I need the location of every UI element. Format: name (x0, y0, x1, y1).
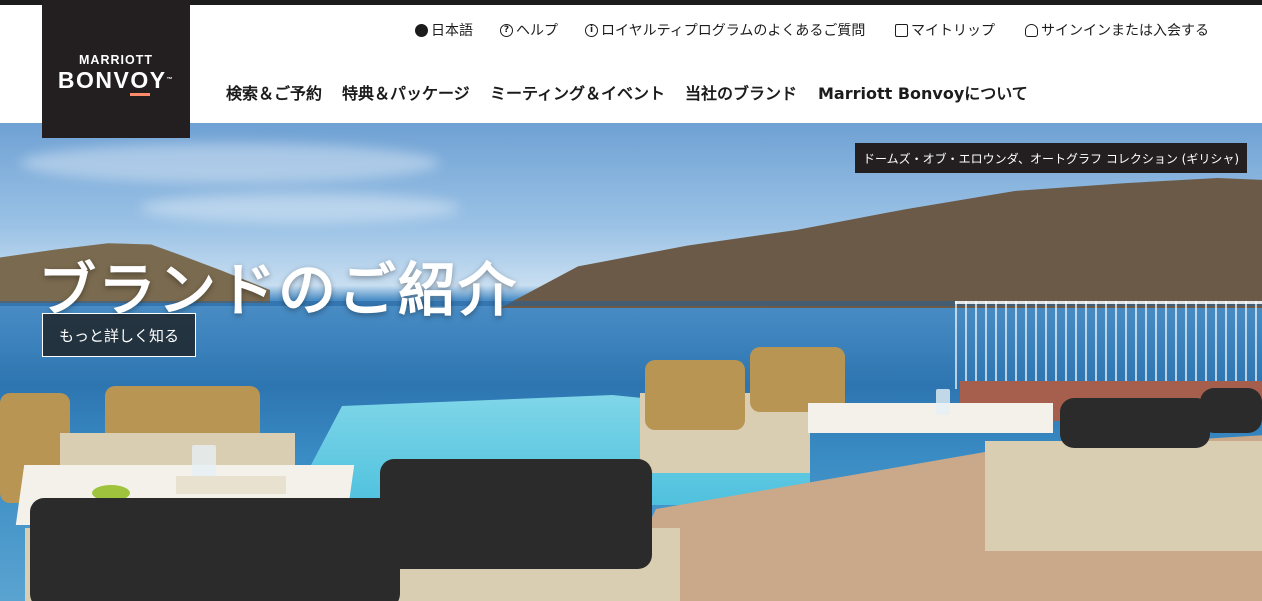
nav-offers-packages[interactable]: 特典＆パッケージ (342, 80, 470, 104)
logo-accent-letter: O (130, 67, 150, 96)
language-label: 日本語 (431, 23, 473, 39)
sofa-cushion (30, 498, 400, 601)
marriott-bonvoy-logo[interactable]: MARRIOTT BONVOY™ (42, 0, 190, 138)
sofa-cushion (1060, 398, 1210, 448)
photo-caption: ドームズ・オブ・エロウンダ、オートグラフ コレクション (ギリシャ) (855, 143, 1248, 173)
glass (936, 389, 950, 415)
terrace-railing (955, 301, 1262, 389)
my-trips-link[interactable]: マイトリップ (895, 20, 995, 40)
side-table (808, 403, 1053, 433)
nav-search-booking[interactable]: 検索＆ご予約 (226, 80, 322, 104)
logo-line-2: BONVOY™ (57, 67, 175, 96)
suitcase-icon (895, 23, 908, 37)
logo-trademark: ™ (166, 77, 175, 83)
sofa-cushion (380, 459, 652, 569)
language-link[interactable]: 日本語 (415, 20, 473, 40)
logo-word-end: Y (149, 67, 167, 93)
nav-about-bonvoy[interactable]: Marriott Bonvoyについて (818, 80, 1028, 104)
book (176, 476, 286, 494)
mountain-right (500, 178, 1262, 308)
learn-more-button[interactable]: もっと詳しく知る (42, 313, 197, 357)
hero-banner: ドームズ・オブ・エロウンダ、オートグラフ コレクション (ギリシャ) ブランドの… (0, 123, 1262, 601)
logo-word-start: BONV (57, 67, 131, 93)
cloud (20, 143, 440, 183)
help-label: ヘルプ (516, 23, 558, 39)
sofa-frame (985, 441, 1262, 551)
nav-meetings-events[interactable]: ミーティング＆イベント (490, 80, 665, 104)
globe-icon (415, 23, 428, 37)
faq-label: ロイヤルティプログラムのよくあるご質問 (601, 23, 866, 39)
info-icon: i (585, 23, 598, 37)
user-icon (1025, 23, 1038, 37)
my-trips-label: マイトリップ (911, 23, 995, 39)
nav-our-brands[interactable]: 当社のブランド (685, 80, 797, 104)
signin-label: サインインまたは入会する (1041, 23, 1209, 39)
signin-link[interactable]: サインインまたは入会する (1025, 20, 1209, 40)
sofa-cushion (1200, 388, 1262, 433)
question-icon: ? (500, 23, 513, 37)
faq-link[interactable]: i ロイヤルティプログラムのよくあるご質問 (585, 20, 865, 40)
cloud (140, 193, 460, 223)
logo-line-1: MARRIOTT (79, 53, 153, 67)
armchair-cushion (645, 360, 745, 430)
help-link[interactable]: ? ヘルプ (500, 20, 558, 40)
